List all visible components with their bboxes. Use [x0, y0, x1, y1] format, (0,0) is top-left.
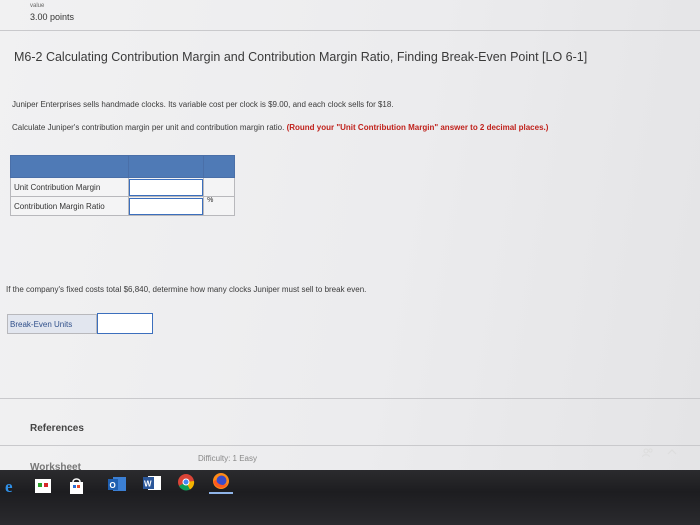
divider [0, 398, 700, 399]
chevron-up-icon[interactable] [667, 448, 677, 458]
outlook-icon[interactable]: O [106, 474, 128, 494]
svg-text:e: e [5, 478, 13, 494]
percent-unit: % [203, 196, 235, 216]
divider [0, 30, 700, 31]
references-link[interactable]: References [30, 423, 84, 434]
chrome-icon[interactable] [176, 472, 196, 492]
part2-prompt: If the company's fixed costs total $6,84… [6, 285, 367, 294]
row-label: Contribution Margin Ratio [10, 196, 129, 216]
svg-text:O: O [110, 481, 116, 490]
row-unit [203, 177, 235, 197]
row-label: Unit Contribution Margin [10, 177, 129, 197]
points-label: 3.00 points [30, 12, 75, 22]
store-icon[interactable] [33, 476, 53, 496]
unit-contribution-margin-input[interactable] [128, 178, 204, 196]
table-row-contribution-margin-ratio: Contribution Margin Ratio % [10, 196, 235, 216]
instruction-text: Calculate Juniper's contribution margin … [12, 123, 285, 132]
people-icon[interactable] [642, 448, 654, 460]
shopping-bag-icon[interactable] [66, 475, 86, 495]
table-row-unit-contribution-margin: Unit Contribution Margin [10, 177, 235, 197]
divider [0, 445, 700, 446]
contribution-margin-table: Unit Contribution Margin Contribution Ma… [10, 155, 235, 216]
rounding-note: (Round your "Unit Contribution Margin" a… [286, 123, 549, 132]
worksheet-link[interactable]: Worksheet [30, 462, 81, 473]
firefox-icon[interactable] [209, 470, 233, 494]
word-icon[interactable]: W [141, 473, 163, 493]
value-label: value [30, 3, 45, 9]
question-instruction: Calculate Juniper's contribution margin … [12, 123, 548, 132]
question-intro: Juniper Enterprises sells handmade clock… [12, 100, 394, 109]
table-header [10, 155, 235, 178]
edge-icon[interactable]: e [3, 477, 21, 495]
browser-page: value 3.00 points M6-2 Calculating Contr… [0, 0, 700, 470]
contribution-margin-ratio-input[interactable] [128, 197, 204, 215]
break-even-units-input[interactable] [97, 313, 153, 334]
question-title: M6-2 Calculating Contribution Margin and… [14, 50, 588, 64]
difficulty-label: Difficulty: 1 Easy [198, 454, 257, 463]
break-even-label: Break-Even Units [7, 314, 97, 334]
windows-taskbar [0, 470, 700, 525]
svg-text:W: W [144, 480, 152, 489]
